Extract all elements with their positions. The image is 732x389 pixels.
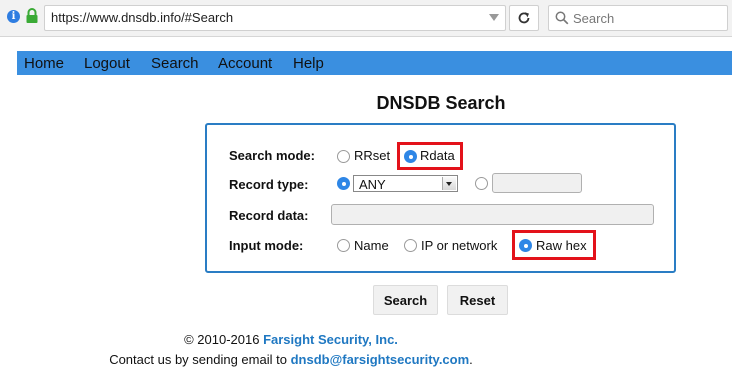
info-icon[interactable]: i xyxy=(7,10,20,23)
chevron-down-icon xyxy=(442,177,456,190)
lock-icon xyxy=(26,8,38,23)
input-mode-raw-hex-radio[interactable] xyxy=(519,239,532,252)
browser-search-field[interactable] xyxy=(548,5,728,31)
nav-logout[interactable]: Logout xyxy=(84,55,130,72)
search-mode-rrset-radio[interactable] xyxy=(337,150,350,163)
record-type-custom-input[interactable] xyxy=(492,173,582,193)
record-type-selected-value: ANY xyxy=(359,177,386,192)
nav-search[interactable]: Search xyxy=(151,55,199,72)
url-text: https://www.dnsdb.info/#Search xyxy=(51,10,234,25)
record-type-preset-radio[interactable] xyxy=(337,177,350,190)
search-mode-label: Search mode: xyxy=(229,148,315,163)
browser-search-input[interactable] xyxy=(573,9,721,27)
reset-button[interactable]: Reset xyxy=(447,285,508,315)
search-mode-rdata-label[interactable]: Rdata xyxy=(420,148,455,163)
record-data-input[interactable] xyxy=(331,204,654,225)
input-mode-label: Input mode: xyxy=(229,238,304,253)
nav-account[interactable]: Account xyxy=(218,55,272,72)
reload-icon xyxy=(518,12,530,24)
url-bar[interactable]: https://www.dnsdb.info/#Search xyxy=(44,5,506,31)
input-mode-name-radio[interactable] xyxy=(337,239,350,252)
footer-copyright: © 2010-2016 Farsight Security, Inc. xyxy=(0,332,732,347)
company-link[interactable]: Farsight Security, Inc. xyxy=(263,332,398,347)
input-mode-raw-hex-label[interactable]: Raw hex xyxy=(536,238,587,253)
input-mode-name-label[interactable]: Name xyxy=(354,238,389,253)
search-button[interactable]: Search xyxy=(373,285,438,315)
footer-contact: Contact us by sending email to dnsdb@far… xyxy=(0,352,732,367)
record-type-label: Record type: xyxy=(229,177,309,192)
search-icon xyxy=(555,11,569,25)
search-mode-rdata-radio[interactable] xyxy=(404,150,417,163)
search-form: Search mode: RRset Rdata Record type: AN… xyxy=(205,123,676,273)
nav-help[interactable]: Help xyxy=(293,55,324,72)
record-type-select[interactable]: ANY xyxy=(353,175,458,192)
contact-suffix: . xyxy=(469,352,473,367)
copyright-text: © 2010-2016 xyxy=(184,332,264,347)
email-link[interactable]: dnsdb@farsightsecurity.com xyxy=(291,352,470,367)
browser-toolbar: i https://www.dnsdb.info/#Search xyxy=(0,0,732,37)
reload-button[interactable] xyxy=(509,5,539,31)
nav-bar: Home Logout Search Account Help xyxy=(17,51,732,75)
search-mode-rrset-label[interactable]: RRset xyxy=(354,148,390,163)
chevron-down-icon[interactable] xyxy=(489,14,499,21)
input-mode-ip-label[interactable]: IP or network xyxy=(421,238,497,253)
page-title: DNSDB Search xyxy=(376,93,506,113)
record-data-label: Record data: xyxy=(229,208,309,223)
record-type-custom-radio[interactable] xyxy=(475,177,488,190)
contact-text: Contact us by sending email to xyxy=(109,352,291,367)
nav-home[interactable]: Home xyxy=(24,55,64,72)
input-mode-ip-radio[interactable] xyxy=(404,239,417,252)
